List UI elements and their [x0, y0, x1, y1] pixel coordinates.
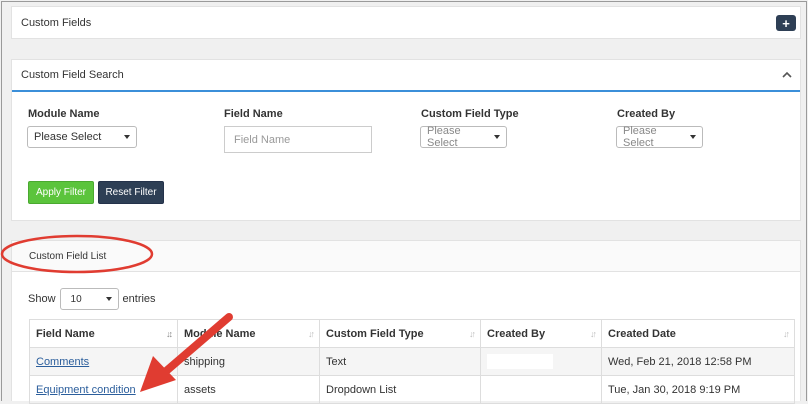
- chevron-up-icon[interactable]: [781, 69, 793, 81]
- sort-asc-icon: ↓↕: [166, 329, 173, 339]
- entries-length-control: Show 10 entries: [28, 288, 156, 310]
- table-header-row: Field Name ↓↕ Module Name ↓↑ Custom Field …: [29, 319, 795, 348]
- list-panel-header: Custom Field List: [12, 241, 800, 272]
- module-name-select[interactable]: Please Select: [27, 126, 137, 148]
- created-by-select-value: Please Select: [623, 125, 657, 149]
- custom-field-type-label: Custom Field Type: [421, 108, 519, 120]
- column-header-module-name[interactable]: Module Name ↓↑: [177, 319, 320, 348]
- field-name-link[interactable]: Comments: [36, 356, 89, 368]
- custom-field-list-panel: Custom Field List Show 10 entries Field …: [11, 240, 801, 404]
- table-row: Comments shipping Text Wed, Feb 21, 2018…: [29, 347, 795, 376]
- created-by-label: Created By: [617, 108, 676, 120]
- cell-module-name: shipping: [177, 347, 320, 376]
- cell-field-name: Equipment condition: [29, 375, 178, 404]
- cell-module-name: assets: [177, 375, 320, 404]
- field-name-label: Field Name: [224, 108, 283, 120]
- cell-created-by: [480, 347, 602, 376]
- chevron-down-icon: [105, 297, 112, 301]
- module-name-select-value: Please Select: [34, 131, 102, 143]
- add-custom-field-button[interactable]: +: [776, 15, 796, 31]
- list-panel-title: Custom Field List: [29, 251, 107, 262]
- reset-filter-button[interactable]: Reset Filter: [98, 181, 164, 204]
- sort-icon: ↓↑: [783, 329, 790, 339]
- chevron-down-icon: [690, 135, 696, 139]
- chevron-down-icon: [124, 135, 130, 139]
- custom-field-type-select[interactable]: Please Select: [420, 125, 507, 149]
- entries-label: entries: [122, 293, 156, 305]
- sort-icon: ↓↑: [469, 329, 476, 339]
- cell-custom-field-type: Text: [319, 347, 481, 376]
- created-by-select[interactable]: Please Select: [616, 125, 703, 149]
- custom-field-table: Field Name ↓↕ Module Name ↓↑ Custom Field …: [29, 319, 795, 404]
- search-panel-header[interactable]: Custom Field Search: [12, 60, 800, 92]
- chevron-down-icon: [494, 135, 500, 139]
- custom-fields-panel: Custom Fields +: [11, 6, 801, 39]
- column-header-created-date[interactable]: Created Date ↓↑: [601, 319, 795, 348]
- cell-field-name: Comments: [29, 347, 178, 376]
- module-name-label: Module Name: [28, 108, 100, 120]
- show-label: Show: [28, 293, 56, 305]
- table-row: Equipment condition assets Dropdown List…: [29, 375, 795, 404]
- redacted-block: [487, 354, 553, 369]
- custom-field-search-panel: Custom Field Search Module Name Please S…: [11, 59, 801, 221]
- cell-created-by: [480, 375, 602, 404]
- cell-created-date: Tue, Jan 30, 2018 9:19 PM: [601, 375, 795, 404]
- entries-select-value: 10: [70, 293, 82, 305]
- custom-fields-title: Custom Fields: [21, 17, 92, 29]
- search-panel-title: Custom Field Search: [21, 69, 124, 81]
- sort-icon: ↓↑: [590, 329, 597, 339]
- sort-icon: ↓↑: [308, 329, 315, 339]
- plus-icon: +: [782, 15, 790, 31]
- custom-field-type-select-value: Please Select: [427, 125, 461, 149]
- cell-custom-field-type: Dropdown List: [319, 375, 481, 404]
- cell-created-date: Wed, Feb 21, 2018 12:58 PM: [601, 347, 795, 376]
- entries-select[interactable]: 10: [59, 288, 119, 310]
- field-name-input[interactable]: [224, 126, 372, 153]
- column-header-field-name[interactable]: Field Name ↓↕: [29, 319, 178, 348]
- field-name-link[interactable]: Equipment condition: [36, 384, 136, 396]
- column-header-custom-field-type[interactable]: Custom Field Type ↓↑: [319, 319, 481, 348]
- column-header-created-by[interactable]: Created By ↓↑: [480, 319, 602, 348]
- apply-filter-button[interactable]: Apply Filter: [28, 181, 94, 204]
